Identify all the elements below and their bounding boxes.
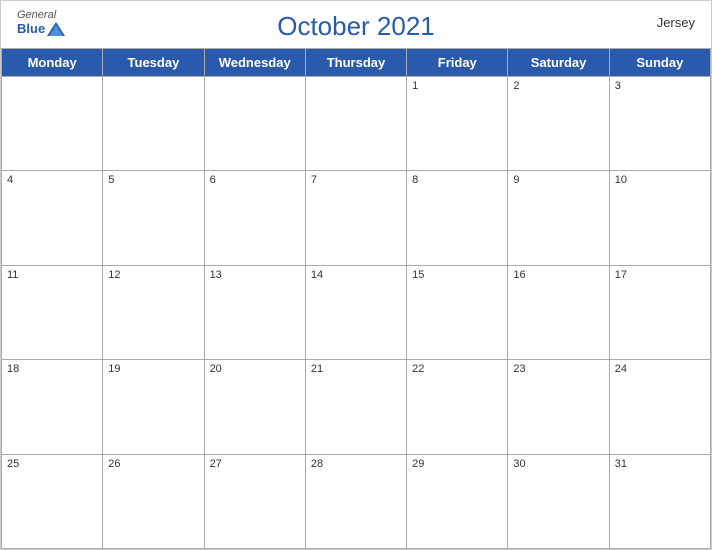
day-number: 17 <box>615 269 705 281</box>
day-number: 7 <box>311 174 401 186</box>
day-cell: 26 <box>103 455 204 549</box>
day-number: 30 <box>513 458 603 470</box>
day-cell: 27 <box>205 455 306 549</box>
day-cell <box>2 77 103 171</box>
day-number: 31 <box>615 458 705 470</box>
day-cell: 3 <box>610 77 711 171</box>
calendar: General Blue October 2021 Jersey MondayT… <box>0 0 712 550</box>
day-number: 16 <box>513 269 603 281</box>
day-number: 21 <box>311 363 401 375</box>
day-cell: 16 <box>508 266 609 360</box>
day-cell: 12 <box>103 266 204 360</box>
week-row-2: 456789 10 <box>2 171 711 265</box>
day-headers-row: MondayTuesdayWednesdayThursdayFridaySatu… <box>2 49 711 77</box>
day-header-wednesday: Wednesday <box>205 49 306 77</box>
day-cell: 29 <box>407 455 508 549</box>
calendar-header: General Blue October 2021 Jersey <box>1 1 711 48</box>
day-header-thursday: Thursday <box>306 49 407 77</box>
calendar-grid: MondayTuesdayWednesdayThursdayFridaySatu… <box>1 48 711 549</box>
day-number: 19 <box>108 363 198 375</box>
weeks-container: 1234567891011121314151617181920212223242… <box>2 77 711 549</box>
day-number: 10 <box>615 174 705 186</box>
day-header-saturday: Saturday <box>508 49 609 77</box>
day-cell: 17 <box>610 266 711 360</box>
day-number: 3 <box>615 80 705 92</box>
day-cell: 24 <box>610 360 711 454</box>
day-cell: 25 <box>2 455 103 549</box>
day-cell: 21 <box>306 360 407 454</box>
day-header-friday: Friday <box>407 49 508 77</box>
day-cell: 13 <box>205 266 306 360</box>
day-cell: 6 <box>205 171 306 265</box>
day-cell: 4 <box>2 171 103 265</box>
brand-blue-text: Blue <box>17 21 45 36</box>
day-number: 29 <box>412 458 502 470</box>
region-label: Jersey <box>657 15 695 30</box>
day-cell: 20 <box>205 360 306 454</box>
day-cell: 28 <box>306 455 407 549</box>
day-number: 14 <box>311 269 401 281</box>
day-cell: 10 <box>610 171 711 265</box>
day-number: 13 <box>210 269 300 281</box>
day-number: 2 <box>513 80 603 92</box>
day-cell <box>205 77 306 171</box>
day-number: 11 <box>7 269 97 281</box>
day-number: 22 <box>412 363 502 375</box>
brand-logo: General Blue <box>17 9 65 36</box>
brand-icon <box>47 22 65 36</box>
day-header-tuesday: Tuesday <box>103 49 204 77</box>
day-number: 28 <box>311 458 401 470</box>
day-number: 26 <box>108 458 198 470</box>
week-row-5: 25 26 27 28 29 30 31 <box>2 455 711 549</box>
day-cell: 8 <box>407 171 508 265</box>
day-cell: 2 <box>508 77 609 171</box>
day-header-sunday: Sunday <box>610 49 711 77</box>
day-cell: 22 <box>407 360 508 454</box>
day-number: 6 <box>210 174 300 186</box>
day-cell: 15 <box>407 266 508 360</box>
day-cell: 23 <box>508 360 609 454</box>
day-cell <box>103 77 204 171</box>
day-cell: 31 <box>610 455 711 549</box>
day-number: 1 <box>412 80 502 92</box>
day-number: 24 <box>615 363 705 375</box>
day-number: 18 <box>7 363 97 375</box>
brand-general-text: General <box>17 9 56 21</box>
day-cell: 14 <box>306 266 407 360</box>
day-number: 12 <box>108 269 198 281</box>
day-cell: 11 <box>2 266 103 360</box>
day-cell: 7 <box>306 171 407 265</box>
day-cell: 19 <box>103 360 204 454</box>
day-number: 25 <box>7 458 97 470</box>
day-number: 15 <box>412 269 502 281</box>
week-row-3: 11 12 13 14 15 16 17 <box>2 266 711 360</box>
day-cell: 9 <box>508 171 609 265</box>
week-row-1: 123 <box>2 77 711 171</box>
day-cell: 30 <box>508 455 609 549</box>
day-cell <box>306 77 407 171</box>
day-number: 4 <box>7 174 97 186</box>
day-number: 27 <box>210 458 300 470</box>
day-cell: 18 <box>2 360 103 454</box>
day-number: 8 <box>412 174 502 186</box>
day-number: 5 <box>108 174 198 186</box>
day-cell: 1 <box>407 77 508 171</box>
day-number: 20 <box>210 363 300 375</box>
day-number: 9 <box>513 174 603 186</box>
day-cell: 5 <box>103 171 204 265</box>
day-number: 23 <box>513 363 603 375</box>
week-row-4: 18 19 20 21 22 23 24 <box>2 360 711 454</box>
day-header-monday: Monday <box>2 49 103 77</box>
calendar-title: October 2021 <box>277 11 435 42</box>
